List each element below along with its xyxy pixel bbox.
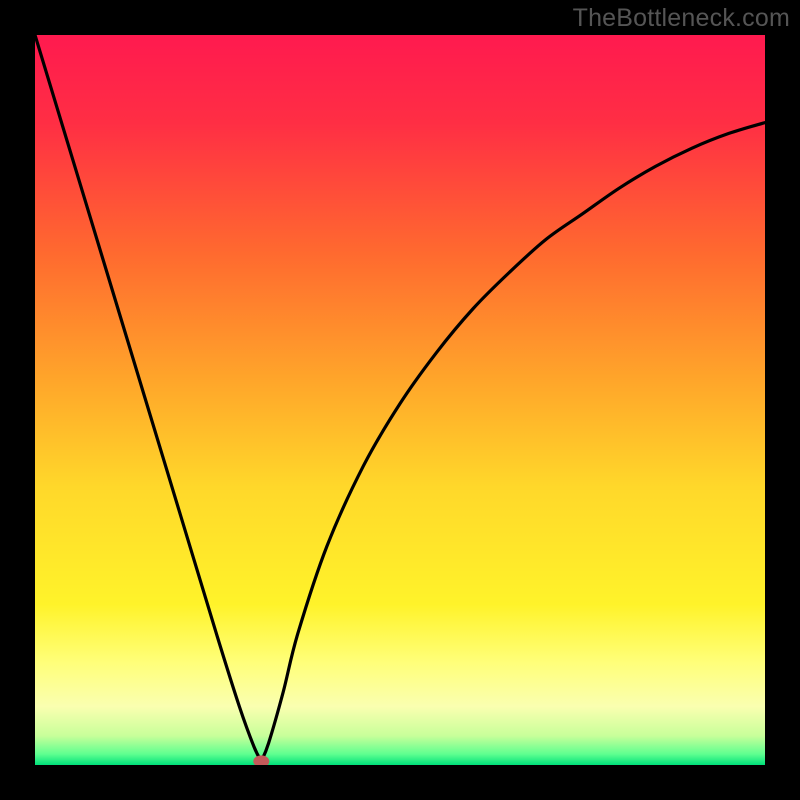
watermark-text: TheBottleneck.com xyxy=(573,4,790,33)
chart-svg xyxy=(35,35,765,765)
plot-area xyxy=(35,35,765,765)
chart-frame: TheBottleneck.com xyxy=(0,0,800,800)
